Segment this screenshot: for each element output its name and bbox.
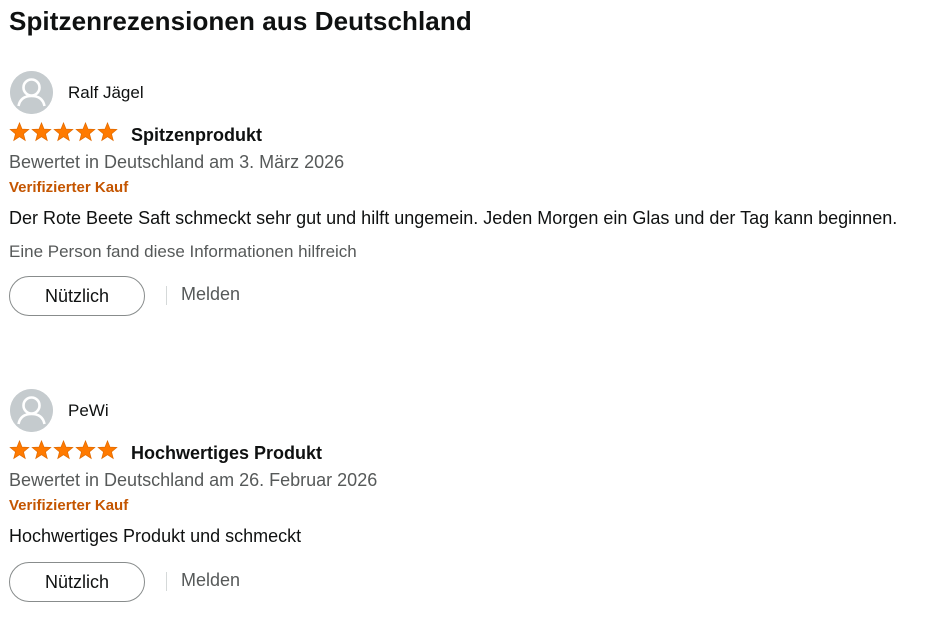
review-body: Hochwertiges Produkt und schmeckt <box>9 526 302 546</box>
report-link[interactable]: Melden <box>181 570 240 591</box>
star-rating[interactable] <box>9 440 118 460</box>
star-icon <box>31 440 52 460</box>
star-icon <box>97 440 118 460</box>
helpful-button[interactable]: Nützlich <box>9 562 145 602</box>
section-title: Spitzenrezensionen aus Deutschland <box>9 6 472 36</box>
avatar-icon <box>10 389 53 432</box>
rating-row: Hochwertiges Produkt <box>9 440 909 468</box>
reviewer-name[interactable]: PeWi <box>68 401 109 421</box>
review-card: Ralf Jägel Spitzenprodukt Bewertet in De… <box>9 71 909 320</box>
star-icon <box>97 122 118 142</box>
divider <box>166 286 167 305</box>
review-date: Bewertet in Deutschland am 3. März 2026 <box>9 152 345 172</box>
star-icon <box>75 440 96 460</box>
star-icon <box>9 122 30 142</box>
star-rating[interactable] <box>9 122 118 142</box>
review-actions: Nützlich Melden <box>9 562 909 606</box>
helpful-count: Eine Person fand diese Informationen hil… <box>9 242 357 261</box>
verified-purchase-badge[interactable]: Verifizierter Kauf <box>9 496 909 516</box>
review-actions: Nützlich Melden <box>9 276 909 320</box>
avatar-icon <box>10 71 53 114</box>
star-icon <box>53 122 74 142</box>
star-icon <box>9 440 30 460</box>
rating-row: Spitzenprodukt <box>9 122 909 150</box>
review-card: PeWi Hochwertiges Produkt Bewertet in De… <box>9 389 909 606</box>
divider <box>166 572 167 591</box>
star-icon <box>75 122 96 142</box>
reviewer-name[interactable]: Ralf Jägel <box>68 83 144 103</box>
verified-purchase-badge[interactable]: Verifizierter Kauf <box>9 178 909 198</box>
star-icon <box>31 122 52 142</box>
review-date: Bewertet in Deutschland am 26. Februar 2… <box>9 470 378 490</box>
report-link[interactable]: Melden <box>181 284 240 305</box>
reviews-page: Spitzenrezensionen aus Deutschland Ralf … <box>0 0 927 626</box>
review-title[interactable]: Hochwertiges Produkt <box>131 443 322 464</box>
reviewer-profile[interactable]: Ralf Jägel <box>9 71 909 115</box>
helpful-button[interactable]: Nützlich <box>9 276 145 316</box>
reviewer-profile[interactable]: PeWi <box>9 389 909 433</box>
review-body: Der Rote Beete Saft schmeckt sehr gut un… <box>9 208 898 228</box>
review-title[interactable]: Spitzenprodukt <box>131 125 262 146</box>
star-icon <box>53 440 74 460</box>
